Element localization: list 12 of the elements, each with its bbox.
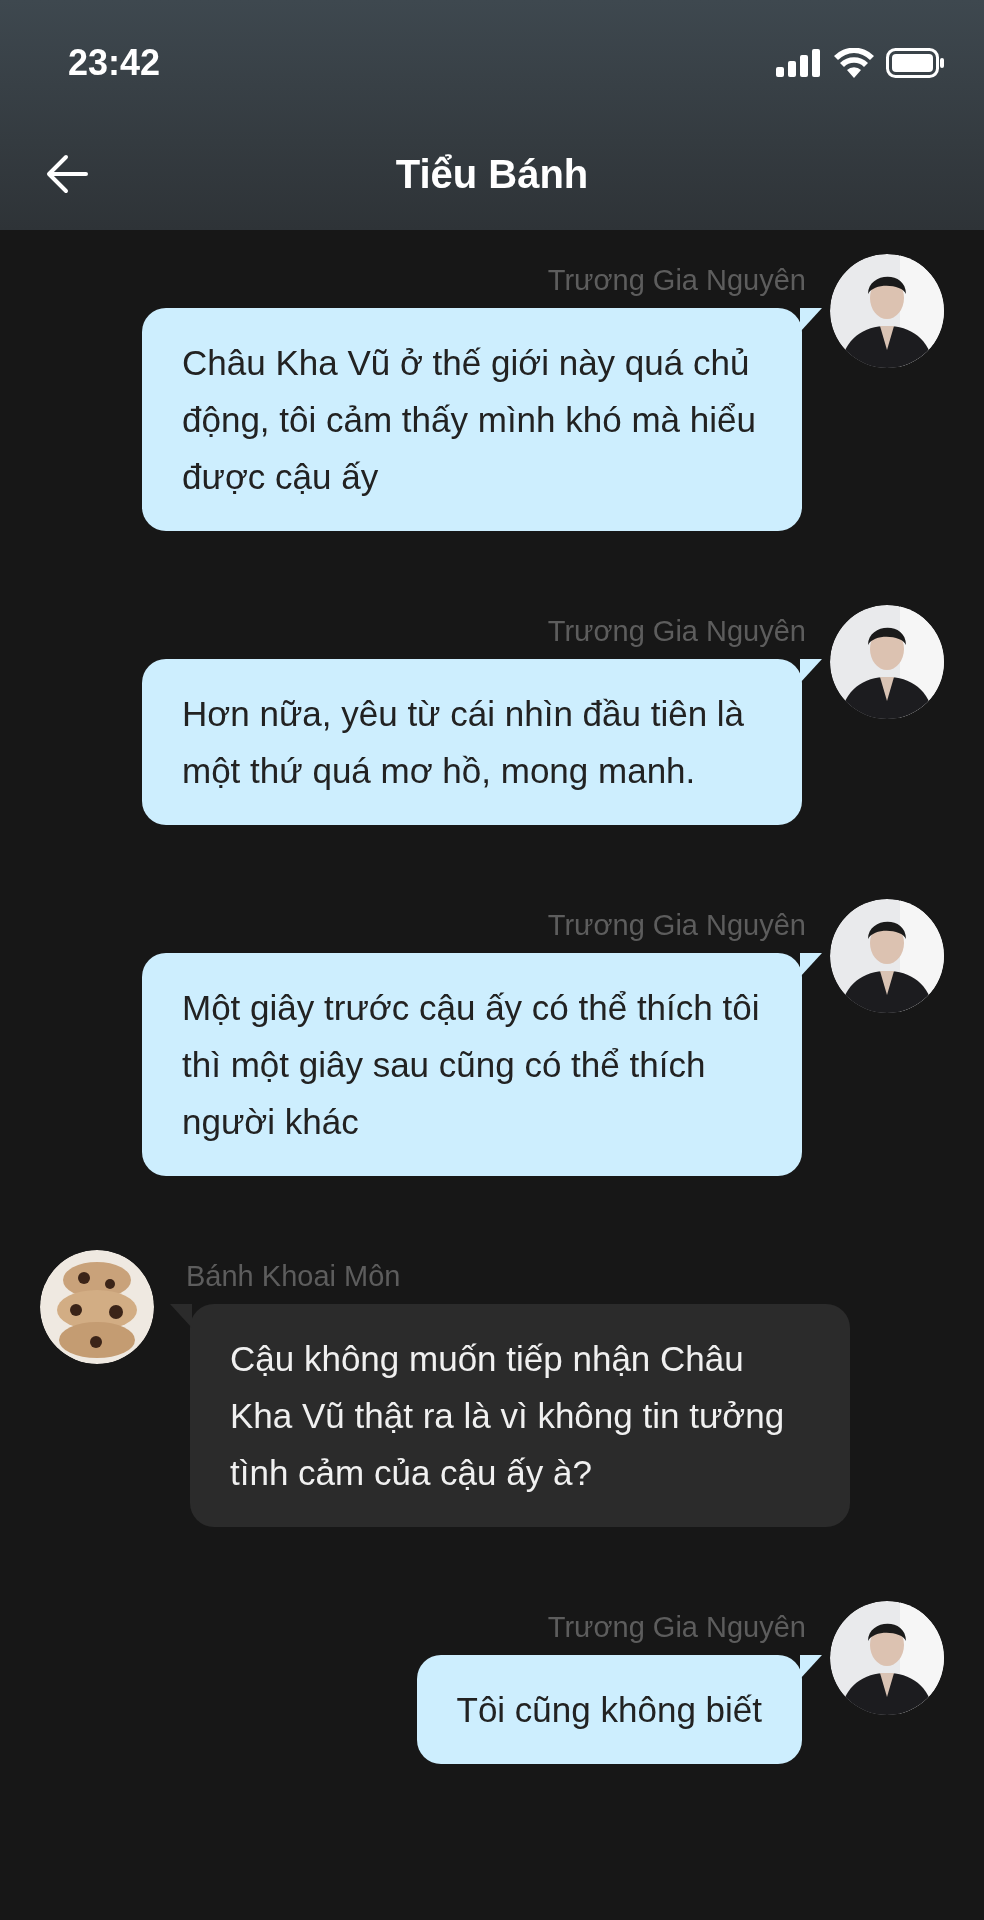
- status-time: 23:42: [68, 41, 161, 85]
- signal-icon: [776, 49, 822, 77]
- chat-title: Tiểu Bánh: [395, 151, 589, 198]
- sender-name: Trương Gia Nguyên: [547, 1610, 806, 1645]
- back-button[interactable]: [44, 152, 90, 196]
- sender-name: Trương Gia Nguyên: [547, 614, 806, 649]
- sender-name: Trương Gia Nguyên: [547, 263, 806, 298]
- back-arrow-icon: [46, 154, 88, 194]
- battery-icon: [886, 48, 946, 78]
- sender-name: Bánh Khoai Môn: [186, 1259, 401, 1294]
- wifi-icon: [834, 48, 874, 78]
- sender-name: Trương Gia Nguyên: [547, 908, 806, 943]
